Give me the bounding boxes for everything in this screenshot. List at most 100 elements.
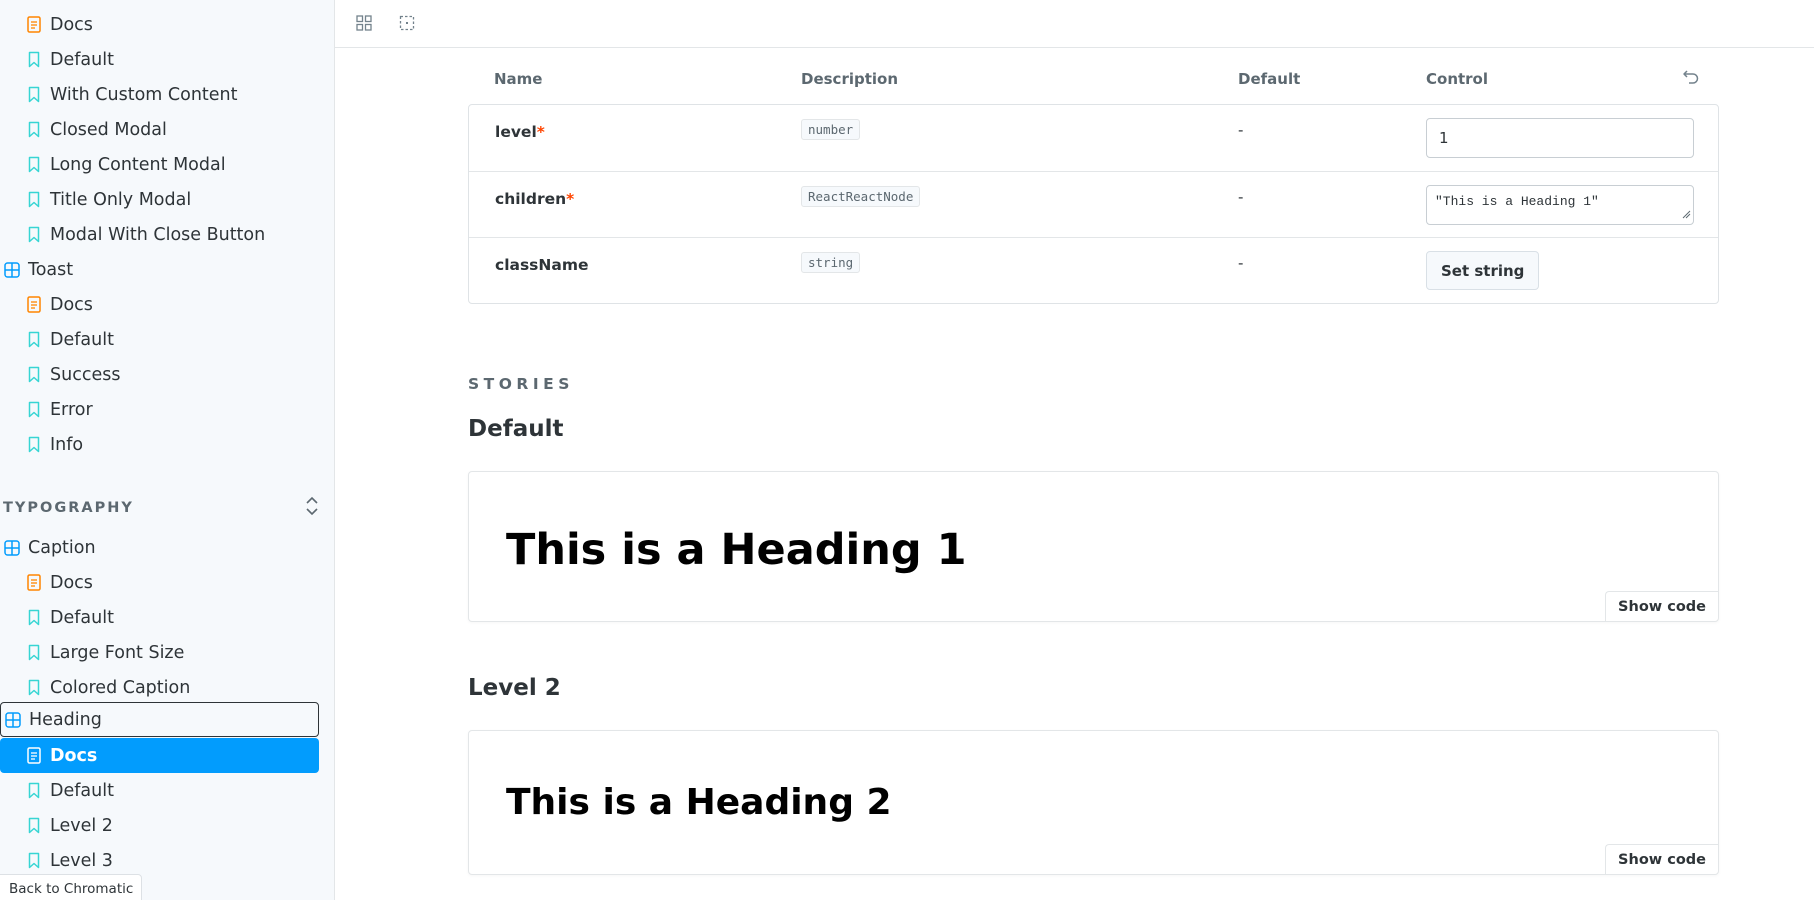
args-table: Name Description Default Control level* …	[468, 62, 1719, 304]
table-row: level* number - 1	[469, 105, 1718, 171]
sidebar: Docs Default With Custom Content Closed …	[0, 0, 335, 900]
show-code-button[interactable]: Show code	[1605, 591, 1718, 621]
heading-2-preview: This is a Heading 2	[506, 782, 892, 823]
sidebar-item-label: With Custom Content	[50, 84, 238, 105]
sidebar-item-story[interactable]: Default	[0, 600, 114, 635]
sidebar-item-docs[interactable]: Docs	[0, 7, 93, 42]
children-textarea[interactable]: "This is a Heading 1"	[1426, 185, 1694, 225]
reset-undo-icon[interactable]	[1682, 68, 1700, 90]
story-title-level-2: Level 2	[468, 675, 561, 701]
sidebar-item-label: Docs	[50, 572, 93, 593]
sidebar-item-story[interactable]: Level 2	[0, 808, 113, 843]
args-table-body: level* number - 1 children* ReactReactNo…	[468, 104, 1719, 304]
sidebar-item-label: Level 3	[50, 850, 113, 871]
sidebar-item-component-heading[interactable]: Heading	[0, 702, 319, 737]
sidebar-section-typography[interactable]: TYPOGRAPHY	[3, 496, 319, 520]
sidebar-item-label: Default	[50, 607, 114, 628]
back-to-chromatic-button[interactable]: Back to Chromatic	[0, 874, 143, 900]
arg-type-badge: number	[801, 119, 861, 140]
document-icon	[26, 747, 42, 765]
sidebar-item-label: Default	[50, 780, 114, 801]
column-header-control: Control	[1426, 70, 1489, 88]
grid-icon[interactable]	[355, 14, 373, 32]
sidebar-item-label: Default	[50, 329, 114, 350]
sidebar-item-story[interactable]: Modal With Close Button	[0, 217, 265, 252]
required-marker: *	[566, 190, 575, 208]
bookmark-icon	[26, 609, 42, 627]
sidebar-item-docs[interactable]: Docs	[0, 565, 93, 600]
sidebar-item-label: Title Only Modal	[50, 189, 192, 210]
sidebar-item-label: Info	[50, 434, 84, 455]
toolbar	[335, 0, 1814, 48]
bookmark-icon	[26, 366, 42, 384]
level-number-input[interactable]: 1	[1426, 118, 1694, 158]
arg-name: children*	[495, 190, 575, 208]
component-icon	[4, 539, 20, 557]
bookmark-icon	[26, 401, 42, 419]
back-button-label: Back to Chromatic	[9, 881, 134, 897]
bookmark-icon	[26, 679, 42, 697]
document-icon	[26, 16, 42, 34]
bookmark-icon	[26, 191, 42, 209]
table-row: children* ReactReactNode - "This is a He…	[469, 171, 1718, 237]
sidebar-item-label: Large Font Size	[50, 642, 185, 663]
arg-default: -	[1238, 254, 1244, 272]
bookmark-icon	[26, 644, 42, 662]
sidebar-item-story[interactable]: With Custom Content	[0, 77, 238, 112]
sidebar-item-story[interactable]: Long Content Modal	[0, 147, 226, 182]
document-icon	[26, 296, 42, 314]
outline-icon[interactable]	[398, 14, 416, 32]
sidebar-item-story[interactable]: Title Only Modal	[0, 182, 191, 217]
sidebar-item-label: Error	[50, 399, 93, 420]
table-row: className string - Set string	[469, 237, 1718, 303]
sidebar-item-label: Long Content Modal	[50, 154, 226, 175]
sidebar-item-story[interactable]: Default	[0, 42, 114, 77]
story-title-default: Default	[468, 416, 564, 442]
required-marker: *	[536, 123, 545, 141]
sidebar-item-label: Level 2	[50, 815, 113, 836]
sidebar-item-story[interactable]: Colored Caption	[0, 670, 190, 705]
show-code-button[interactable]: Show code	[1605, 844, 1718, 874]
sidebar-item-story[interactable]: Error	[0, 392, 93, 427]
sidebar-item-label: Toast	[28, 259, 74, 280]
arg-default: -	[1238, 121, 1244, 139]
sidebar-item-docs[interactable]: Docs	[0, 287, 93, 322]
sidebar-item-story[interactable]: Info	[0, 427, 83, 462]
sidebar-item-label: Docs	[50, 294, 93, 315]
sidebar-item-docs-selected[interactable]: Docs	[0, 738, 319, 773]
sidebar-item-label: Modal With Close Button	[50, 224, 266, 245]
sidebar-item-label: Default	[50, 49, 114, 70]
sidebar-item-component-toast[interactable]: Toast	[0, 252, 73, 287]
sidebar-item-label: Heading	[29, 709, 102, 730]
arg-type-badge: ReactReactNode	[801, 186, 921, 207]
bookmark-icon	[26, 86, 42, 104]
sidebar-item-story[interactable]: Success	[0, 357, 120, 392]
bookmark-icon	[26, 782, 42, 800]
bookmark-icon	[26, 226, 42, 244]
heading-1-preview: This is a Heading 1	[506, 525, 967, 575]
sidebar-item-component-caption[interactable]: Caption	[0, 530, 96, 565]
arg-default: -	[1238, 188, 1244, 206]
story-preview-default: This is a Heading 1 Show code	[468, 471, 1719, 622]
sidebar-item-story[interactable]: Level 3	[0, 843, 113, 878]
sidebar-item-story[interactable]: Large Font Size	[0, 635, 184, 670]
sidebar-item-story[interactable]: Closed Modal	[0, 112, 167, 147]
sidebar-item-story[interactable]: Default	[0, 773, 114, 808]
set-string-button[interactable]: Set string	[1426, 251, 1540, 290]
bookmark-icon	[26, 817, 42, 835]
expand-collapse-icon[interactable]	[305, 496, 319, 520]
args-table-header: Name Description Default Control	[468, 62, 1719, 104]
sidebar-item-label: Docs	[50, 14, 93, 35]
bookmark-icon	[26, 331, 42, 349]
sidebar-item-label: Colored Caption	[50, 677, 191, 698]
arg-name: className	[495, 256, 589, 274]
component-icon	[5, 711, 21, 729]
column-header-name: Name	[494, 70, 543, 88]
section-title-label: TYPOGRAPHY	[3, 500, 134, 516]
sidebar-item-story[interactable]: Default	[0, 322, 114, 357]
bookmark-icon	[26, 436, 42, 454]
story-preview-level-2: This is a Heading 2 Show code	[468, 730, 1719, 875]
component-icon	[4, 261, 20, 279]
sidebar-item-label: Docs	[50, 745, 98, 766]
resize-handle-icon[interactable]	[1682, 208, 1691, 223]
